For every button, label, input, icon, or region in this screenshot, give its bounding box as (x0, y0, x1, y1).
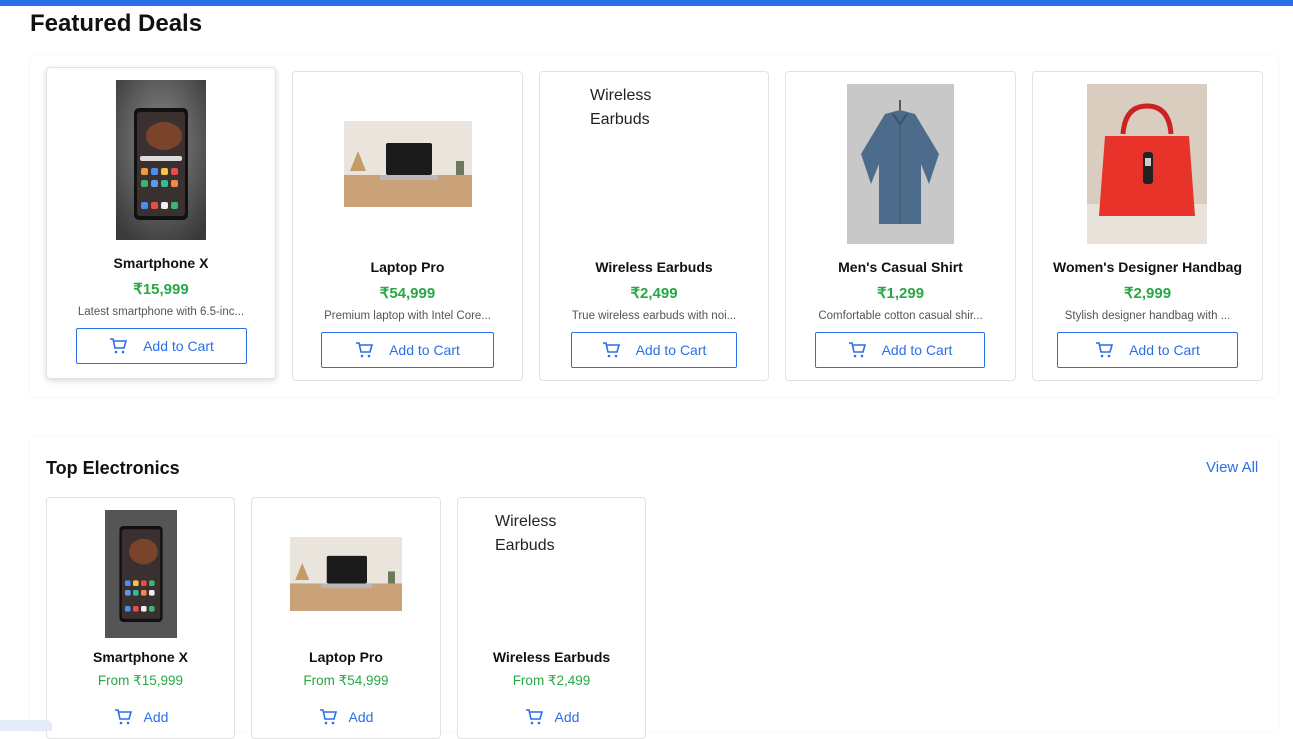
product-description: Comfortable cotton casual shir... (818, 310, 983, 322)
product-price: From ₹15,999 (97, 673, 184, 688)
product-name: Smartphone X (93, 649, 188, 665)
product-name: Women's Designer Handbag (1053, 259, 1242, 275)
add-to-cart-label: Add to Cart (1129, 342, 1200, 358)
broken-image-earbuds: Wireless Earbuds (495, 513, 557, 554)
product-card-womens-designer-handbag[interactable]: Women's Designer Handbag ₹2,999 Stylish … (1032, 71, 1263, 381)
product-name: Wireless Earbuds (595, 259, 713, 275)
product-price: ₹15,999 (133, 281, 189, 298)
product-price: From ₹2,499 (512, 673, 591, 688)
top-electronics-heading: Top Electronics (46, 458, 180, 478)
cart-icon (114, 709, 132, 725)
add-to-cart-button[interactable]: Add to Cart (76, 328, 247, 364)
product-card-smartphone-x[interactable]: Smartphone X ₹15,999 Latest smartphone w… (46, 67, 276, 379)
top-accent-bar (0, 0, 1293, 6)
view-all-link[interactable]: View All (1206, 459, 1258, 476)
broken-image-earbuds: Wireless Earbuds (590, 87, 652, 128)
product-card-laptop-pro[interactable]: Laptop Pro ₹54,999 Premium laptop with I… (292, 71, 523, 381)
add-button[interactable]: Add (296, 704, 396, 730)
product-price: From ₹54,999 (303, 673, 389, 688)
cart-icon (848, 342, 866, 358)
product-image-laptop (290, 537, 402, 611)
electronics-card-wireless-earbuds[interactable]: Wireless Earbuds Wireless Earbuds From ₹… (457, 497, 646, 739)
cart-icon (525, 709, 543, 725)
product-image-phone (116, 80, 206, 240)
product-image-phone (105, 510, 177, 638)
add-to-cart-button[interactable]: Add to Cart (571, 332, 737, 368)
product-description: True wireless earbuds with noi... (571, 310, 737, 322)
add-to-cart-button[interactable]: Add to Cart (1057, 332, 1238, 368)
cart-icon (109, 338, 128, 354)
product-card-wireless-earbuds[interactable]: Wireless Earbuds Wireless Earbuds ₹2,499… (539, 71, 769, 381)
add-label: Add (554, 709, 580, 725)
product-image-shirt (847, 84, 954, 244)
product-description: Latest smartphone with 6.5-inc... (77, 306, 245, 318)
product-price: ₹2,499 (630, 285, 678, 302)
add-to-cart-label: Add to Cart (881, 342, 953, 358)
cart-icon (355, 342, 374, 358)
floating-corner-widget[interactable] (0, 720, 52, 731)
cart-icon (602, 342, 620, 358)
cart-icon (319, 709, 337, 725)
electronics-card-laptop-pro[interactable]: Laptop Pro From ₹54,999 Add (251, 497, 441, 739)
product-price: ₹1,299 (876, 285, 925, 302)
add-to-cart-label: Add to Cart (389, 342, 460, 358)
product-image-handbag (1087, 84, 1207, 244)
add-button[interactable]: Add (91, 704, 191, 730)
featured-deals-panel: Smartphone X ₹15,999 Latest smartphone w… (30, 55, 1278, 397)
add-to-cart-button[interactable]: Add to Cart (321, 332, 494, 368)
product-price: ₹2,999 (1123, 285, 1172, 302)
product-card-mens-casual-shirt[interactable]: Men's Casual Shirt ₹1,299 Comfortable co… (785, 71, 1016, 381)
product-price: ₹54,999 (379, 285, 436, 302)
product-name: Men's Casual Shirt (838, 259, 963, 275)
add-button[interactable]: Add (502, 704, 602, 730)
product-image-laptop (344, 121, 472, 207)
add-to-cart-button[interactable]: Add to Cart (815, 332, 985, 368)
cart-icon (1095, 342, 1114, 358)
product-description: Stylish designer handbag with ... (1064, 310, 1231, 322)
product-name: Smartphone X (113, 255, 209, 271)
featured-deals-heading: Featured Deals (30, 10, 203, 37)
product-name: Laptop Pro (370, 259, 445, 275)
add-to-cart-label: Add to Cart (143, 338, 214, 354)
product-name: Wireless Earbuds (492, 649, 611, 665)
add-label: Add (348, 709, 374, 725)
top-electronics-panel: Top Electronics View All Smartphone X Fr… (30, 437, 1278, 739)
electronics-card-smartphone-x[interactable]: Smartphone X From ₹15,999 Add (46, 497, 235, 739)
product-description: Premium laptop with Intel Core... (324, 310, 491, 322)
add-label: Add (143, 709, 169, 725)
add-to-cart-label: Add to Cart (635, 342, 707, 358)
product-name: Laptop Pro (309, 649, 383, 665)
